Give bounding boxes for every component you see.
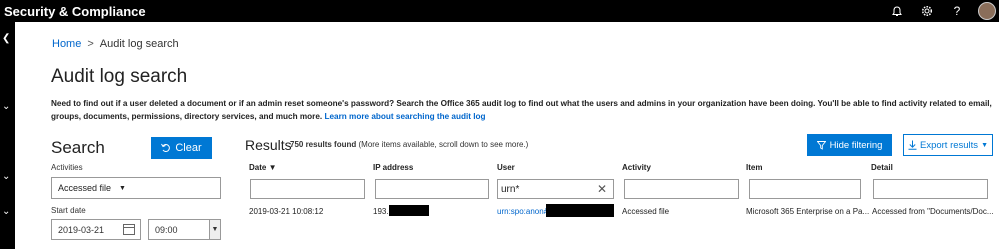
column-header-ip[interactable]: IP address <box>373 163 413 172</box>
user-filter-value: urn* <box>501 183 520 195</box>
results-count: 750 results found (More items available,… <box>290 140 528 149</box>
breadcrumb-separator: > <box>87 38 94 50</box>
cell-item: Microsoft 365 Enterprise on a Pa... <box>746 207 870 216</box>
column-header-item[interactable]: Item <box>746 163 762 172</box>
redaction-block <box>389 205 429 216</box>
chevron-down-icon[interactable]: ⌄ <box>2 102 10 112</box>
description-text: Need to find out if a user deleted a doc… <box>51 99 992 121</box>
redaction-block <box>546 204 614 217</box>
ip-filter-input[interactable] <box>375 179 489 199</box>
cell-detail: Accessed from "Documents/Doc... <box>872 207 994 216</box>
gear-icon[interactable] <box>912 0 942 22</box>
page-description: Need to find out if a user deleted a doc… <box>51 98 996 123</box>
activities-select[interactable]: Accessed file ▼ <box>51 177 221 199</box>
results-heading: Results <box>245 137 292 153</box>
start-date-label: Start date <box>51 206 86 215</box>
help-icon[interactable]: ? <box>942 0 972 22</box>
page-title: Audit log search <box>51 66 188 87</box>
date-filter-input[interactable] <box>250 179 365 199</box>
activity-filter-input[interactable] <box>624 179 739 199</box>
column-header-date[interactable]: Date ▼ <box>249 163 277 172</box>
export-results-label: Export results <box>919 139 979 151</box>
detail-filter-input[interactable] <box>873 179 988 199</box>
chevron-down-icon[interactable]: ▼ <box>209 220 220 239</box>
activities-value: Accessed file <box>58 183 112 193</box>
hide-filtering-button[interactable]: Hide filtering <box>807 134 892 156</box>
close-icon[interactable]: ✕ <box>597 182 607 196</box>
search-heading: Search <box>51 138 105 157</box>
app-title: Security & Compliance <box>4 3 146 19</box>
export-results-button[interactable]: Export results ▼ <box>903 134 993 156</box>
item-filter-input[interactable] <box>749 179 861 199</box>
results-note: (More items available, scroll down to se… <box>358 140 529 149</box>
chevron-down-icon[interactable]: ⌄ <box>2 172 10 182</box>
chevron-down-icon[interactable]: ⌄ <box>2 207 10 217</box>
breadcrumb-home-link[interactable]: Home <box>52 38 81 50</box>
topbar-icons: ? <box>882 0 999 22</box>
calendar-icon[interactable] <box>123 224 135 235</box>
bell-icon[interactable] <box>882 0 912 22</box>
cell-activity: Accessed file <box>622 207 670 216</box>
column-header-detail[interactable]: Detail <box>871 163 893 172</box>
clear-label: Clear <box>175 142 202 154</box>
top-bar: Security & Compliance ? <box>0 0 999 22</box>
start-time-select[interactable]: 09:00 ▼ <box>148 219 221 240</box>
download-icon <box>908 140 917 150</box>
chevron-left-icon[interactable]: ❮ <box>2 34 10 44</box>
user-filter-input[interactable]: urn* ✕ <box>497 179 614 199</box>
column-header-user[interactable]: User <box>497 163 515 172</box>
start-date-value: 2019-03-21 <box>58 224 105 235</box>
breadcrumb-current: Audit log search <box>99 38 179 50</box>
hide-filtering-label: Hide filtering <box>829 139 883 151</box>
column-header-activity[interactable]: Activity <box>622 163 651 172</box>
learn-more-link[interactable]: Learn more about searching the audit log <box>324 112 485 121</box>
start-time-value: 09:00 <box>155 224 178 235</box>
undo-icon <box>161 143 171 152</box>
filter-icon <box>816 140 826 150</box>
cell-date: 2019-03-21 10:08:12 <box>249 207 324 216</box>
clear-button[interactable]: Clear <box>151 137 212 159</box>
avatar[interactable] <box>978 2 996 20</box>
caret-down-icon: ▼ <box>981 141 988 149</box>
sort-descending-icon: ▼ <box>268 163 277 172</box>
column-label: Date <box>249 163 267 172</box>
activities-label: Activities <box>51 163 83 172</box>
left-nav: ❮ ⌄ ⌄ ⌄ <box>0 22 15 249</box>
results-count-value: 750 results found <box>290 140 357 149</box>
breadcrumb: Home > Audit log search <box>52 38 179 50</box>
caret-down-icon: ▼ <box>119 184 126 192</box>
